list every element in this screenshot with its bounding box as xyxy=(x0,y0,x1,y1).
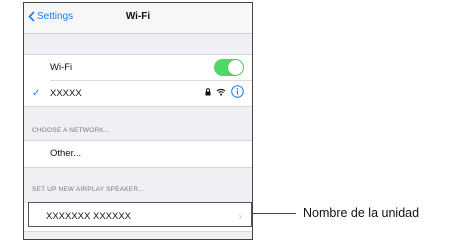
lock-icon xyxy=(205,87,211,96)
wifi-label: Wi-Fi xyxy=(50,62,73,73)
wifi-group: Wi-Fi ✓ XXXXX xyxy=(24,54,252,107)
navigation-bar: Settings Wi-Fi xyxy=(24,3,252,34)
connected-network-row[interactable]: ✓ XXXXX xyxy=(24,81,252,106)
other-label: Other... xyxy=(50,148,82,159)
toggle-knob xyxy=(228,60,243,75)
network-name: XXXXX xyxy=(50,88,82,99)
wifi-toggle-row: Wi-Fi xyxy=(24,55,252,80)
highlight-box xyxy=(28,202,252,227)
callout-leader-line xyxy=(252,213,296,214)
callout-label: Nombre de la unidad xyxy=(303,206,420,220)
wifi-signal-icon xyxy=(216,88,226,96)
checkmark-icon: ✓ xyxy=(32,88,41,99)
other-network-group: Other... xyxy=(24,140,252,168)
network-status-icons xyxy=(200,85,244,98)
page-title: Wi-Fi xyxy=(125,11,151,22)
choose-network-header: CHOOSE A NETWORK... xyxy=(32,127,110,134)
other-network-row[interactable]: Other... xyxy=(24,141,252,166)
info-icon[interactable] xyxy=(231,85,244,98)
airplay-header: SET UP NEW AIRPLAY SPEAKER... xyxy=(32,186,145,193)
wifi-toggle[interactable] xyxy=(214,59,244,76)
